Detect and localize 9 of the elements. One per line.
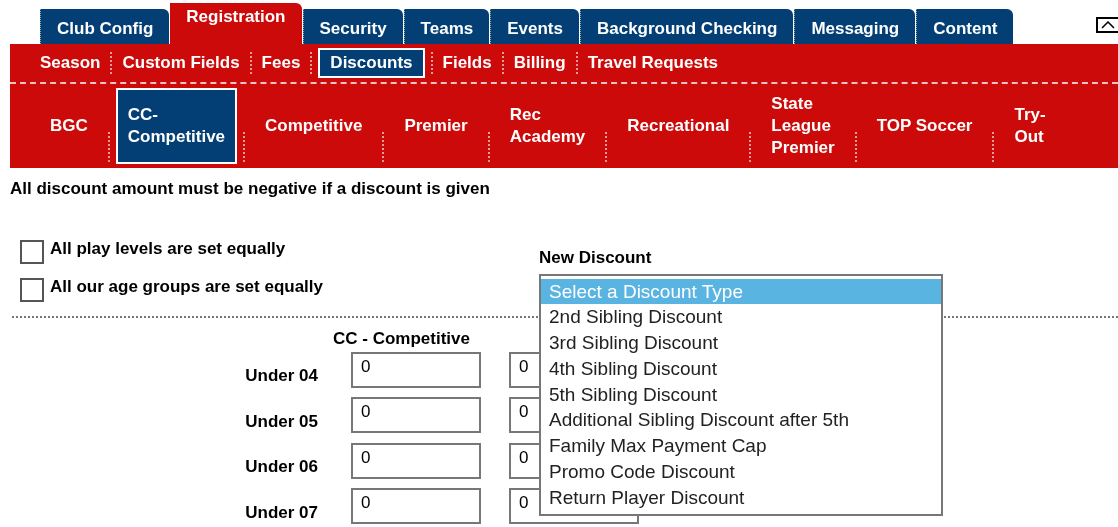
checkbox-label: All our age groups are set equally [50,275,324,298]
notice-text: All discount amount must be negative if a discount is given [10,178,491,200]
column-header: CC - Competitive [333,327,470,350]
age-group-label: Under 07 [244,501,318,524]
age-group-label: Under 04 [244,365,318,387]
checkbox-label: All play levels are set equally [50,237,286,260]
age-group-label: Under 05 [244,410,318,433]
age-group-label: Under 06 [244,456,318,478]
new-discount-label: New Discount [539,247,653,269]
